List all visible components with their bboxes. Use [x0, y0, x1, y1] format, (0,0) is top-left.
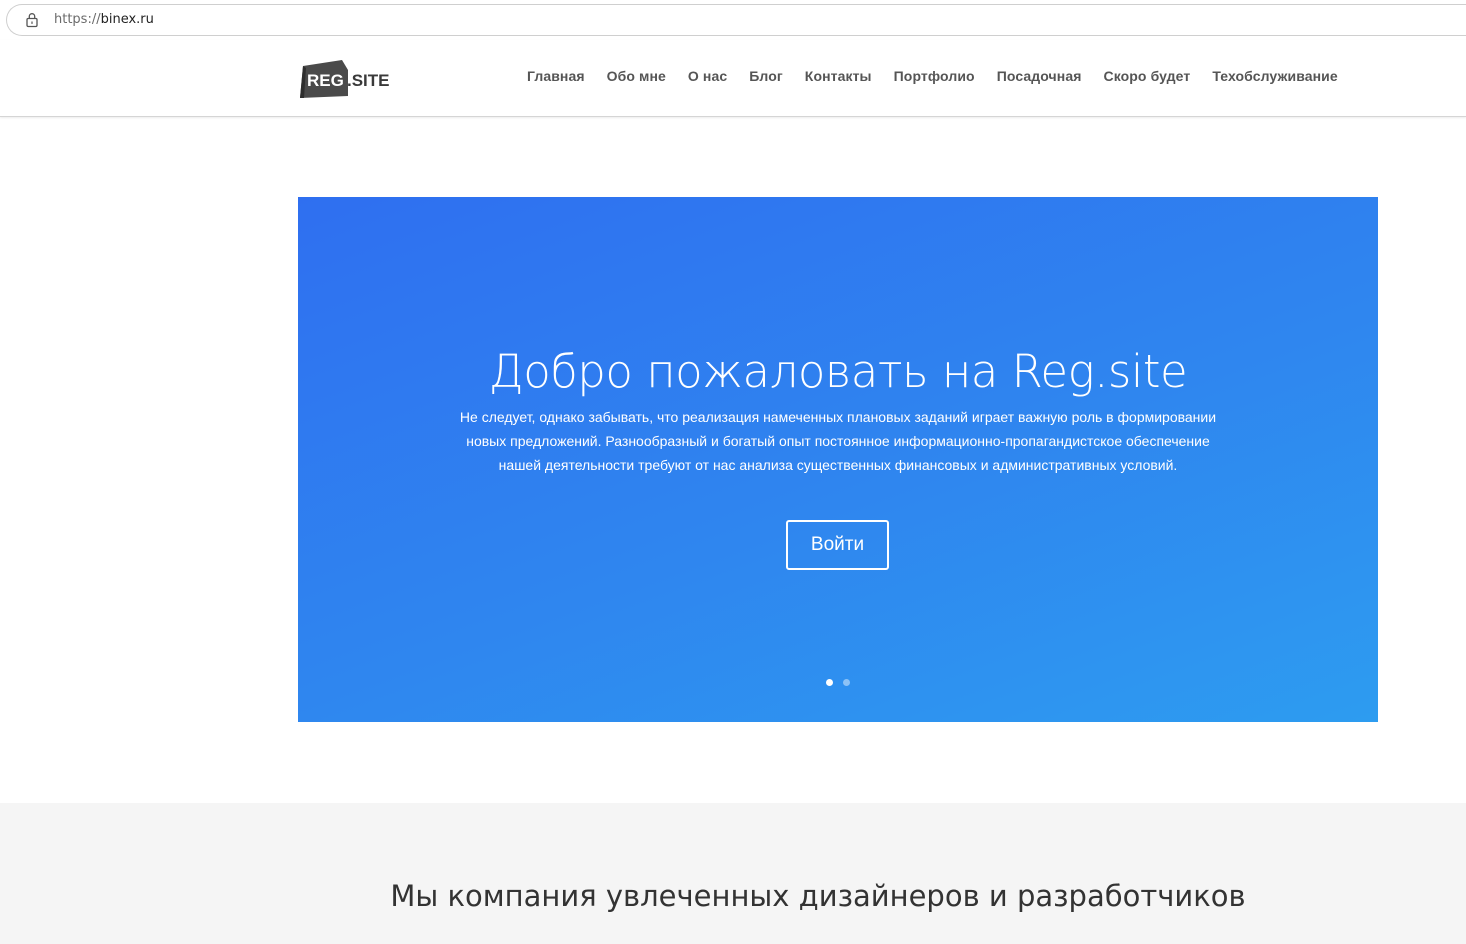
logo-reg-text: REG — [307, 71, 344, 90]
slider-pagination — [826, 679, 850, 686]
slider-dot-2[interactable] — [843, 679, 850, 686]
nav-item-6[interactable]: Портфолио — [883, 68, 986, 88]
slider-dot-1[interactable] — [826, 679, 833, 686]
hero-slider: Добро пожаловать на Reg.site Не следует,… — [298, 197, 1378, 722]
nav-item-3[interactable]: О нас — [677, 68, 738, 88]
nav-item-1[interactable]: Главная — [516, 68, 596, 88]
hero-title: Добро пожаловать на Reg.site — [488, 345, 1188, 398]
nav-item-4[interactable]: Блог — [738, 68, 794, 88]
browser-address-bar: https://binex.ru — [0, 0, 1466, 40]
section-title: Мы компания увлеченных дизайнеров и разр… — [390, 879, 1246, 913]
logo-site-text: .SITE — [347, 71, 390, 90]
site-header: REG .SITE Главная Обо мне О нас Блог Контакт… — [0, 40, 1466, 117]
url-text[interactable]: https://binex.ru — [54, 12, 154, 27]
nav-item-7[interactable]: Посадочная — [986, 68, 1093, 88]
nav-item-5[interactable]: Контакты — [794, 68, 883, 88]
hero-description: Не следует, однако забывать, что реализа… — [459, 409, 1217, 473]
about-section: Мы компания увлеченных дизайнеров и разр… — [0, 803, 1466, 944]
lock-icon[interactable] — [25, 12, 39, 28]
url-host: binex.ru — [100, 12, 154, 27]
nav-item-2[interactable]: Обо мне — [596, 68, 677, 88]
nav-item-9[interactable]: Техобслуживание — [1201, 68, 1348, 88]
main-nav: Главная Обо мне О нас Блог Контакты Портфолио… — [516, 68, 1349, 88]
url-field[interactable]: https://binex.ru — [6, 4, 1466, 36]
nav-item-8[interactable]: Скоро будет — [1093, 68, 1202, 88]
site-logo[interactable]: REG .SITE — [298, 60, 394, 100]
url-scheme: https:// — [54, 12, 101, 27]
login-button[interactable]: Войти — [786, 520, 889, 570]
